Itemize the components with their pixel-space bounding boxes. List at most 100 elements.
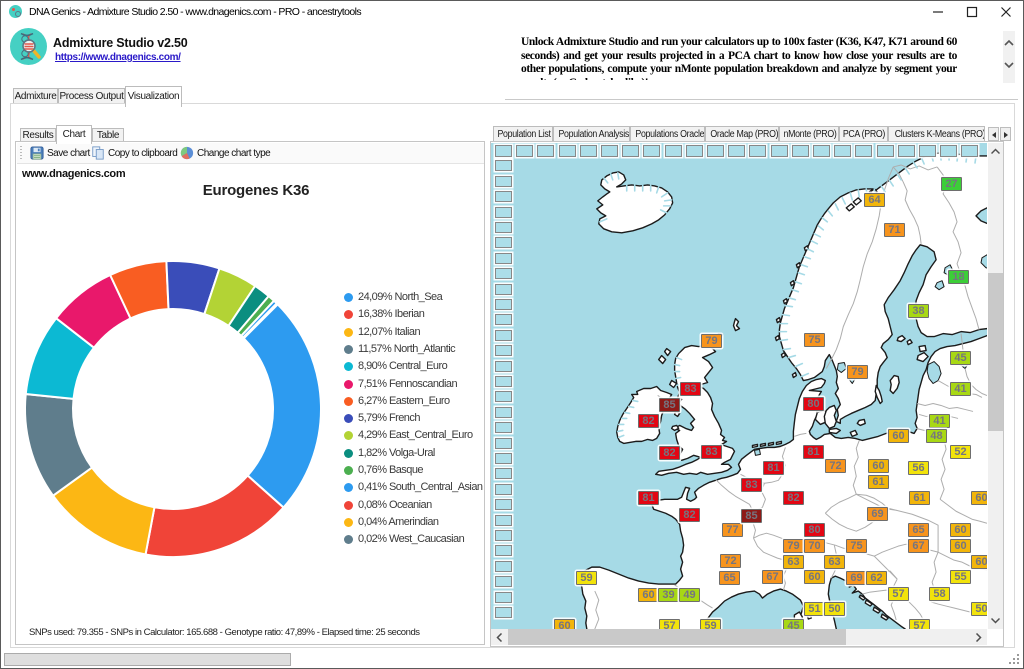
map-marker[interactable]: 80 bbox=[803, 397, 824, 411]
map-marker[interactable]: 69 bbox=[867, 507, 888, 521]
map-marker[interactable]: 83 bbox=[741, 478, 762, 492]
map-marker[interactable]: 41 bbox=[950, 382, 971, 396]
map-marker[interactable]: 18 bbox=[948, 270, 969, 284]
promo-textbox[interactable]: Unlock Admixture Studio and run your cal… bbox=[505, 26, 1018, 100]
map-marker[interactable]: 81 bbox=[803, 445, 824, 459]
map-marker[interactable]: 65 bbox=[908, 523, 929, 537]
maximize-button[interactable] bbox=[955, 1, 989, 23]
map-marker[interactable]: 57 bbox=[659, 619, 680, 629]
scroll-up-icon[interactable] bbox=[991, 148, 1000, 155]
map-vertical-scrollbar[interactable] bbox=[988, 143, 1003, 629]
map-marker[interactable]: 72 bbox=[825, 459, 846, 473]
map-marker[interactable]: 58 bbox=[929, 587, 950, 601]
scroll-right-icon[interactable] bbox=[975, 633, 982, 642]
map-marker[interactable]: 71 bbox=[884, 223, 905, 237]
close-button[interactable] bbox=[989, 1, 1023, 23]
map-marker[interactable]: 60 bbox=[888, 429, 909, 443]
map-marker[interactable]: 83 bbox=[680, 382, 701, 396]
tab-visualization[interactable]: Visualization bbox=[125, 86, 182, 107]
oracle-map[interactable]: 2764711838757945417983858282838182777265… bbox=[491, 143, 987, 629]
vscroll-thumb[interactable] bbox=[988, 273, 1003, 431]
map-marker[interactable]: 64 bbox=[864, 193, 885, 207]
map-marker[interactable]: 55 bbox=[950, 570, 971, 584]
map-marker[interactable]: 82 bbox=[638, 414, 659, 428]
scroll-left-icon[interactable] bbox=[496, 633, 503, 642]
map-marker[interactable]: 50 bbox=[824, 602, 845, 616]
map-marker[interactable]: 60 bbox=[971, 491, 987, 505]
map-marker[interactable]: 83 bbox=[701, 445, 722, 459]
map-marker[interactable]: 52 bbox=[950, 445, 971, 459]
map-marker[interactable]: 69 bbox=[846, 571, 867, 585]
map-marker[interactable]: 38 bbox=[908, 304, 929, 318]
tab-population-list[interactable]: Population List bbox=[493, 126, 553, 142]
map-marker[interactable]: 57 bbox=[909, 619, 930, 629]
tab-scroll-left-button[interactable] bbox=[988, 127, 999, 141]
tab-pca-pro-[interactable]: PCA (PRO) bbox=[839, 126, 888, 142]
title-bar[interactable]: DNA Genics - Admixture Studio 2.50 - www… bbox=[1, 1, 1023, 23]
map-marker[interactable]: 39 bbox=[658, 588, 679, 602]
hscroll-thumb[interactable] bbox=[508, 629, 846, 645]
map-marker[interactable]: 60 bbox=[554, 619, 575, 629]
map-marker[interactable]: 77 bbox=[722, 523, 743, 537]
map-marker[interactable]: 45 bbox=[950, 351, 971, 365]
map-marker[interactable]: 79 bbox=[847, 365, 868, 379]
map-marker[interactable]: 75 bbox=[846, 539, 867, 553]
map-marker[interactable]: 61 bbox=[909, 491, 930, 505]
map-marker[interactable]: 60 bbox=[868, 459, 889, 473]
tab-populations-oracle[interactable]: Populations Oracle bbox=[630, 126, 705, 142]
map-marker[interactable]: 79 bbox=[701, 334, 722, 348]
map-marker[interactable]: 57 bbox=[888, 587, 909, 601]
tab-oracle-map-pro-[interactable]: Oracle Map (PRO) bbox=[705, 126, 779, 142]
map-marker[interactable]: 45 bbox=[783, 619, 804, 629]
map-marker[interactable]: 79 bbox=[783, 539, 804, 553]
map-marker[interactable]: 59 bbox=[576, 571, 597, 585]
minimize-button[interactable] bbox=[921, 1, 955, 23]
map-marker[interactable]: 56 bbox=[908, 461, 929, 475]
map-marker[interactable]: 60 bbox=[804, 570, 825, 584]
map-marker[interactable]: 67 bbox=[908, 539, 929, 553]
tab-nmonte-pro-[interactable]: nMonte (PRO) bbox=[779, 126, 839, 142]
map-marker[interactable]: 51 bbox=[804, 602, 825, 616]
map-marker[interactable]: 63 bbox=[783, 555, 804, 569]
donut-slice-north-sea[interactable] bbox=[244, 304, 321, 507]
map-marker[interactable]: 80 bbox=[804, 523, 825, 537]
map-marker[interactable]: 62 bbox=[866, 571, 887, 585]
map-marker[interactable]: 81 bbox=[638, 491, 659, 505]
tab-population-analysis[interactable]: Population Analysis bbox=[553, 126, 630, 142]
map-marker[interactable]: 81 bbox=[763, 461, 784, 475]
map-marker[interactable]: 48 bbox=[926, 429, 947, 443]
map-marker[interactable]: 60 bbox=[638, 588, 659, 602]
tab-chart[interactable]: Chart bbox=[56, 125, 92, 144]
map-marker[interactable]: 50 bbox=[971, 602, 987, 616]
map-marker[interactable]: 70 bbox=[804, 539, 825, 553]
map-marker[interactable]: 63 bbox=[824, 555, 845, 569]
toolbar-grip[interactable] bbox=[20, 146, 22, 161]
map-marker[interactable]: 65 bbox=[719, 571, 740, 585]
map-marker[interactable]: 82 bbox=[679, 508, 700, 522]
map-marker[interactable]: 61 bbox=[868, 475, 889, 489]
map-marker[interactable]: 49 bbox=[679, 588, 700, 602]
promo-scrollbar[interactable] bbox=[1003, 31, 1015, 83]
website-link[interactable]: https://www.dnagenics.com/ bbox=[55, 52, 181, 63]
map-marker[interactable]: 60 bbox=[950, 523, 971, 537]
map-marker[interactable]: 82 bbox=[659, 446, 680, 460]
map-marker[interactable]: 59 bbox=[700, 619, 721, 629]
map-marker[interactable]: 41 bbox=[929, 414, 950, 428]
map-marker[interactable]: 82 bbox=[783, 491, 804, 505]
tab-clusters-k-means-pro-[interactable]: Clusters K-Means (PRO) bbox=[888, 126, 985, 142]
map-marker[interactable]: 72 bbox=[720, 554, 741, 568]
donut-chart[interactable] bbox=[15, 249, 333, 569]
map-marker[interactable]: 85 bbox=[741, 509, 762, 523]
donut-slice-iberian[interactable] bbox=[146, 476, 284, 557]
map-horizontal-scrollbar[interactable] bbox=[491, 629, 987, 645]
map-marker[interactable]: 27 bbox=[941, 177, 962, 191]
tab-scroll-right-button[interactable] bbox=[1000, 127, 1011, 141]
map-marker[interactable]: 75 bbox=[804, 333, 825, 347]
map-marker[interactable]: 60 bbox=[971, 555, 987, 569]
map-marker[interactable]: 60 bbox=[950, 539, 971, 553]
map-marker[interactable]: 85 bbox=[659, 398, 680, 412]
scroll-down-icon[interactable] bbox=[1004, 61, 1014, 69]
scroll-down-icon[interactable] bbox=[991, 617, 1000, 624]
resize-grip-icon[interactable] bbox=[1008, 653, 1020, 665]
map-marker[interactable]: 67 bbox=[762, 570, 783, 584]
